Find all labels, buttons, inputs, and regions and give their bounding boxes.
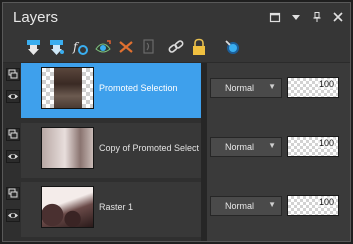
opacity-field[interactable]: 100 — [287, 77, 339, 98]
lock-icon[interactable] — [189, 37, 209, 57]
layers-toolbar: f — [3, 33, 350, 63]
window-controls — [269, 11, 344, 23]
blend-mode-select[interactable]: Normal ▼ — [210, 78, 282, 98]
layer-name: Copy of Promoted Selection — [99, 143, 199, 153]
layer-group-icon[interactable] — [6, 187, 20, 200]
panel-titlebar: Layers — [3, 3, 350, 33]
new-vector-layer-icon[interactable] — [47, 37, 67, 57]
opacity-value: 100 — [317, 138, 335, 148]
layer-thumbnail — [41, 67, 94, 109]
link-icon[interactable] — [166, 37, 186, 57]
delete-layer-icon[interactable] — [116, 37, 136, 57]
blend-mode-select[interactable]: Normal ▼ — [210, 196, 282, 216]
layer-thumbnail — [41, 186, 94, 228]
visibility-eye-icon[interactable] — [6, 150, 20, 163]
layer-row-promoted-selection[interactable]: Promoted Selection — [6, 63, 201, 118]
new-adjustment-layer-icon[interactable]: f — [70, 37, 90, 57]
layer-thumbnail — [41, 127, 94, 169]
visibility-eye-icon[interactable] — [6, 209, 20, 222]
blend-mode-select[interactable]: Normal ▼ — [210, 137, 282, 157]
chevron-down-icon: ▼ — [268, 200, 276, 209]
layer-group-icon[interactable] — [6, 128, 20, 141]
blend-mode-value: Normal — [225, 201, 255, 211]
pin-icon[interactable] — [311, 11, 323, 23]
layer-row-copy-of-promoted-selection[interactable]: Copy of Promoted Selection — [6, 123, 201, 178]
layer-name: Promoted Selection — [99, 83, 178, 93]
maximize-icon[interactable] — [269, 11, 281, 23]
blend-mode-value: Normal — [225, 142, 255, 152]
new-raster-layer-icon[interactable] — [24, 37, 44, 57]
opacity-value: 100 — [317, 197, 335, 207]
opacity-field[interactable]: 100 — [287, 136, 339, 157]
close-icon[interactable] — [332, 11, 344, 23]
duplicate-layer-icon[interactable] — [139, 37, 159, 57]
properties-icon[interactable] — [222, 37, 242, 57]
dropdown-icon[interactable] — [290, 11, 302, 23]
visibility-eye-icon[interactable] — [6, 90, 20, 103]
layer-row-raster-1[interactable]: Raster 1 — [6, 182, 201, 237]
opacity-value: 100 — [317, 79, 335, 89]
chevron-down-icon: ▼ — [268, 82, 276, 91]
layer-name: Raster 1 — [99, 202, 134, 212]
panel-title: Layers — [13, 9, 59, 26]
opacity-field[interactable]: 100 — [287, 195, 339, 216]
blend-mode-value: Normal — [225, 83, 255, 93]
mask-icon[interactable] — [93, 37, 113, 57]
chevron-down-icon: ▼ — [268, 141, 276, 150]
layer-group-icon[interactable] — [6, 68, 20, 81]
layers-panel: Layers f Promoted Selection Copy of Prom… — [2, 2, 351, 242]
